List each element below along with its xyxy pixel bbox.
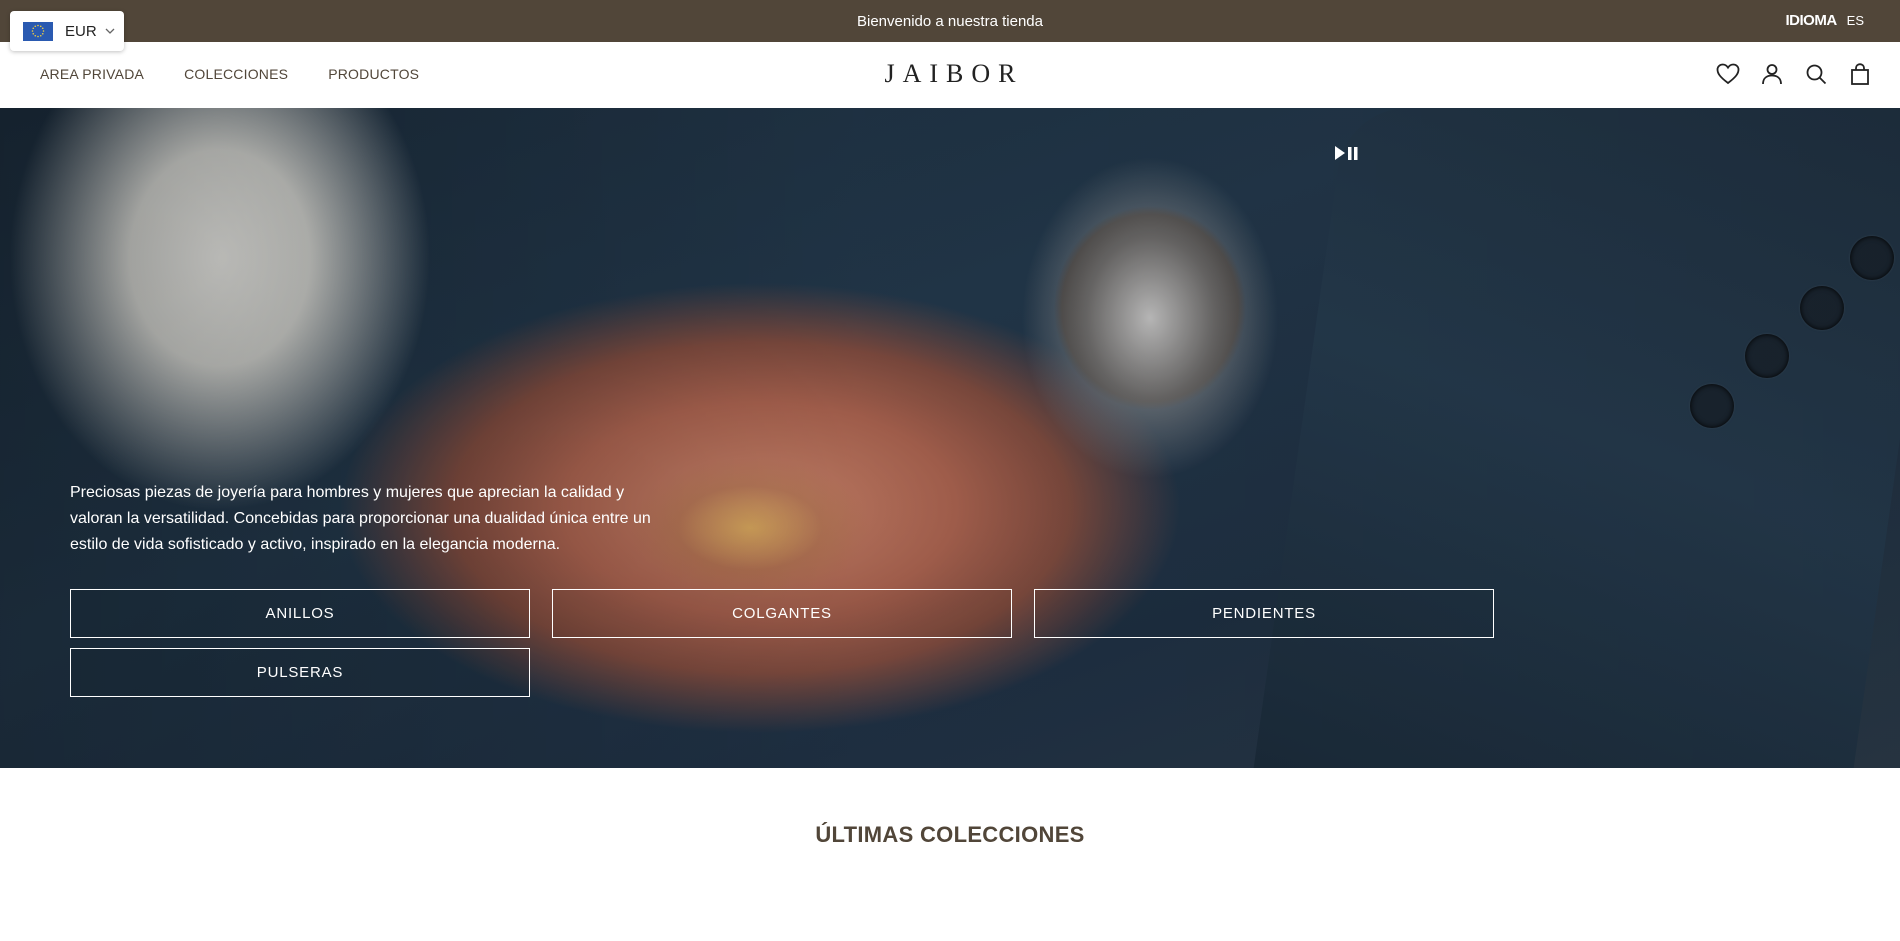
brand-logo[interactable]: JAIBOR	[0, 59, 1900, 89]
currency-selector[interactable]: EUR	[10, 11, 124, 51]
section-title: ÚLTIMAS COLECCIONES	[815, 822, 1085, 847]
hero-content: Preciosas piezas de joyería para hombres…	[70, 480, 660, 558]
cuff-button-decoration	[1745, 334, 1789, 378]
site-header: AREA PRIVADA COLECCIONES PRODUCTOS JAIBO…	[0, 42, 1900, 108]
language-label: IDIOMA	[1785, 12, 1837, 29]
category-button-pendientes[interactable]: PENDIENTES	[1034, 589, 1494, 638]
header-icons	[1716, 62, 1872, 86]
language-selector[interactable]: IDIOMA ES	[1785, 12, 1864, 29]
cuff-button-decoration	[1690, 384, 1734, 428]
cuff-button-decoration	[1850, 236, 1894, 280]
search-icon[interactable]	[1804, 62, 1828, 86]
currency-code: EUR	[65, 22, 97, 40]
account-icon[interactable]	[1760, 62, 1784, 86]
eu-flag-icon	[23, 21, 53, 41]
category-button-anillos[interactable]: ANILLOS	[70, 589, 530, 638]
chevron-down-icon	[105, 28, 115, 34]
heart-icon[interactable]	[1716, 62, 1740, 86]
category-button-colgantes[interactable]: COLGANTES	[552, 589, 1012, 638]
hero-description: Preciosas piezas de joyería para hombres…	[70, 484, 651, 553]
announcement-message: Bienvenido a nuestra tienda	[857, 13, 1043, 30]
bag-icon[interactable]	[1848, 62, 1872, 86]
category-buttons: ANILLOS COLGANTES PENDIENTES PULSERAS	[70, 589, 1494, 697]
play-pause-icon[interactable]	[1333, 144, 1361, 162]
cuff-button-decoration	[1800, 286, 1844, 330]
category-button-pulseras[interactable]: PULSERAS	[70, 648, 530, 697]
announcement-bar: Bienvenido a nuestra tienda IDIOMA ES	[0, 0, 1900, 42]
language-code[interactable]: ES	[1847, 13, 1864, 28]
